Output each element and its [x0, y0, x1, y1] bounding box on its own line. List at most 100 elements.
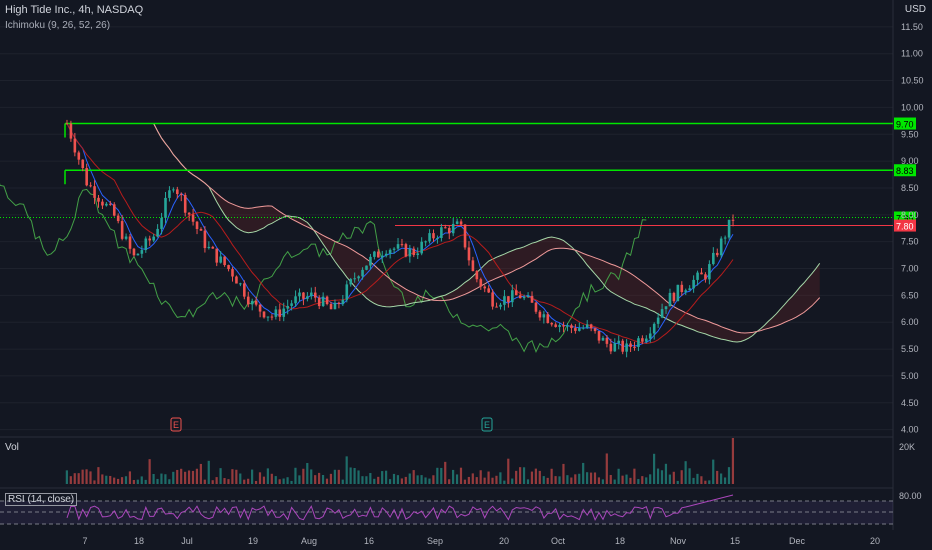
price-axis-label: 5.50	[901, 344, 919, 354]
candle-body	[262, 311, 266, 318]
candle-body	[467, 247, 471, 261]
candle-body	[317, 297, 321, 307]
volume-bar	[676, 480, 679, 484]
volume-axis-label: 20K	[899, 442, 915, 452]
time-axis-label: Nov	[670, 536, 687, 546]
volume-bar	[180, 468, 183, 484]
candle-body	[140, 250, 144, 254]
indicator-label[interactable]: Ichimoku (9, 26, 52, 26)	[5, 20, 110, 31]
candle-body	[246, 296, 250, 305]
candle-body	[692, 279, 695, 289]
volume-bar	[274, 476, 277, 484]
candle-body	[179, 194, 183, 196]
candle-body	[455, 221, 459, 224]
candle-body	[511, 290, 514, 303]
volume-bar	[503, 480, 506, 484]
candle-body	[223, 256, 226, 266]
volume-bar	[645, 477, 648, 484]
time-axis-label: 19	[248, 536, 258, 546]
candle-body	[109, 203, 112, 205]
volume-bar	[491, 477, 494, 484]
volume-bar	[629, 477, 632, 484]
price-axis-label: 8.50	[901, 183, 919, 193]
candle-body	[570, 325, 573, 329]
volume-bar	[712, 459, 715, 484]
volume-bar	[282, 478, 285, 484]
volume-bar	[120, 477, 124, 484]
volume-bar	[101, 474, 104, 484]
volume-bar	[440, 467, 443, 484]
volume-bar	[215, 477, 218, 484]
candle-body	[416, 253, 420, 256]
volume-bar	[511, 478, 514, 484]
candle-body	[337, 302, 341, 305]
candle-body	[420, 241, 423, 254]
candle-body	[538, 311, 542, 318]
candle-body	[321, 296, 325, 307]
candle-body	[436, 238, 439, 240]
volume-bar	[148, 459, 151, 484]
candle-body	[195, 221, 199, 229]
candle-body	[633, 346, 636, 348]
volume-bar	[574, 474, 577, 484]
candle-body	[144, 238, 148, 251]
candle-body	[708, 264, 711, 280]
volume-bar	[231, 469, 234, 484]
volume-bar	[609, 474, 612, 484]
candle-body	[203, 230, 207, 249]
candle-body	[593, 328, 597, 332]
volume-bar	[365, 476, 368, 484]
volume-label[interactable]: Vol	[5, 442, 19, 453]
earnings-label: E	[484, 420, 490, 430]
candle-body	[712, 252, 715, 265]
volume-bar	[105, 475, 108, 484]
candle-body	[250, 300, 254, 305]
candle-body	[578, 328, 581, 331]
candle-body	[274, 309, 278, 317]
candle-body	[641, 338, 644, 342]
candle-body	[329, 304, 333, 310]
volume-bar	[73, 473, 76, 484]
candle-body	[601, 337, 605, 341]
volume-bar	[247, 478, 250, 484]
rsi-axis-label: 80.00	[899, 491, 922, 501]
candle-body	[459, 221, 463, 225]
volume-bar	[601, 479, 604, 484]
candle-body	[235, 276, 238, 284]
candle-body	[676, 284, 680, 302]
candle-body	[432, 233, 435, 239]
candle-body	[645, 338, 648, 342]
candle-body	[266, 316, 270, 318]
volume-bar	[89, 471, 92, 484]
volume-bar	[653, 453, 656, 484]
volume-bar	[306, 463, 309, 484]
candle-body	[723, 237, 727, 239]
volume-bar	[219, 468, 222, 484]
volume-bar	[294, 467, 297, 484]
candle-body	[227, 265, 230, 270]
volume-bar	[499, 472, 502, 484]
candle-body	[440, 227, 443, 239]
volume-bar	[140, 476, 143, 484]
candle-body	[499, 304, 502, 307]
volume-bar	[522, 467, 526, 484]
volume-bar	[463, 479, 467, 484]
chart-canvas[interactable]: 9.708.837.957.80 4.004.505.005.506.006.5…	[0, 0, 932, 550]
volume-bar	[361, 476, 364, 484]
time-axis-label: 7	[82, 536, 87, 546]
candle-body	[479, 279, 483, 287]
candle-body	[503, 296, 506, 305]
rsi-label[interactable]: RSI (14, close)	[5, 493, 78, 506]
candle-body	[298, 292, 301, 297]
candle-body	[491, 292, 494, 307]
candle-body	[270, 316, 274, 318]
volume-bar	[448, 479, 451, 484]
volume-bar	[672, 471, 675, 484]
volume-bar	[144, 479, 147, 484]
price-axis-label: 4.00	[901, 425, 919, 435]
candle-body	[424, 241, 427, 243]
volume-bar	[404, 476, 407, 484]
volume-bar	[617, 468, 620, 484]
candle-body	[668, 292, 672, 307]
volume-bar	[515, 470, 518, 484]
